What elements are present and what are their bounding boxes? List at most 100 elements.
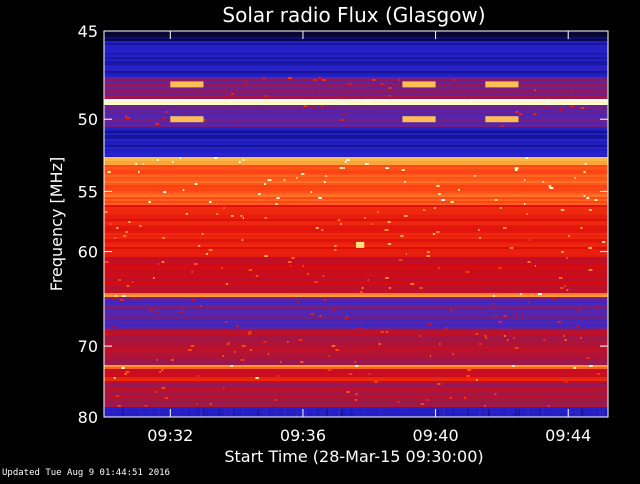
- spectrogram-speckle: [107, 171, 111, 173]
- spectrogram-speckle: [503, 315, 507, 317]
- spectrogram-noise-column: [485, 409, 487, 417]
- x-tick-label: 09:32: [147, 426, 193, 445]
- spectrogram-speckle: [385, 277, 389, 279]
- spectrogram-noise-column: [605, 409, 607, 417]
- spectrogram-speckle: [307, 273, 309, 275]
- spectrogram-speckle: [568, 235, 570, 237]
- spectrogram-speckle: [355, 365, 359, 367]
- spectrogram-speckle: [301, 173, 305, 175]
- spectrogram-speckle: [255, 377, 259, 379]
- spectrogram-row: [104, 401, 608, 403]
- spectrogram-speckle: [474, 175, 476, 177]
- spectrogram-speckle: [588, 269, 593, 271]
- spectrogram-row: [104, 383, 608, 385]
- spectrogram-speckle: [547, 101, 550, 103]
- spectrogram-speckle: [533, 113, 537, 115]
- spectrogram-speckle: [344, 161, 347, 163]
- spectrogram-row: [104, 197, 608, 199]
- spectrogram-noise-column: [455, 409, 457, 417]
- spectrogram-speckle: [493, 295, 495, 297]
- spectrogram-speckle: [221, 267, 223, 269]
- spectrogram-speckle: [564, 285, 566, 287]
- spectrogram-speckle: [225, 321, 227, 323]
- spectrogram-speckle: [155, 123, 159, 125]
- spectrogram-speckle: [476, 379, 478, 381]
- spectrogram-speckle: [255, 275, 259, 277]
- spectrogram-row: [104, 61, 608, 63]
- spectrogram-speckle: [571, 89, 573, 91]
- spectrogram-speckle: [514, 347, 519, 349]
- spectrogram-speckle: [596, 305, 599, 307]
- spectrogram-speckle: [110, 223, 112, 225]
- spectrogram-noise-column: [218, 409, 220, 417]
- spectrogram-row: [104, 333, 608, 335]
- spectrogram-speckle: [498, 267, 502, 269]
- spectrogram-noise-column: [479, 409, 481, 417]
- spectrogram-row: [104, 131, 608, 133]
- spectrogram-speckle: [346, 159, 350, 161]
- spectrogram-speckle: [527, 261, 531, 263]
- spectrogram-row: [104, 95, 608, 97]
- spectrogram-speckle: [125, 115, 127, 117]
- spectrogram-speckle: [138, 225, 142, 227]
- spectrogram-speckle: [348, 373, 353, 375]
- spectrogram-noise-column: [533, 409, 535, 417]
- spectrogram-noise-column: [542, 409, 544, 417]
- spectrogram-noise-column: [191, 409, 193, 417]
- spectrogram-speckle: [169, 99, 171, 101]
- spectrogram-noise-column: [350, 409, 352, 417]
- spectrogram-speckle: [364, 163, 369, 165]
- spectrogram-speckle: [334, 245, 337, 247]
- spectrogram-row: [104, 253, 608, 255]
- spectrogram-row: [104, 163, 608, 165]
- spectrogram-heatmap: [104, 31, 608, 417]
- spectrogram-noise-column: [377, 409, 379, 417]
- spectrogram-speckle: [124, 373, 127, 375]
- spectrogram-speckle: [264, 95, 268, 97]
- spectrogram-speckle: [445, 327, 449, 329]
- spectrogram-speckle: [196, 403, 198, 405]
- spectrogram-speckle: [548, 185, 552, 187]
- spectrogram-speckle: [583, 171, 586, 173]
- spectrogram-row: [104, 155, 608, 157]
- spectrogram-row: [104, 49, 608, 51]
- spectrogram-row: [104, 351, 608, 353]
- spectrogram-speckle: [495, 315, 497, 317]
- spectrogram-noise-column: [317, 409, 319, 417]
- spectrogram-speckle: [479, 237, 481, 239]
- x-tick-label: 09:36: [280, 426, 326, 445]
- spectrogram-speckle: [397, 401, 400, 403]
- spectrogram-row: [104, 221, 608, 223]
- spectrogram-speckle: [115, 395, 120, 397]
- spectrogram-speckle: [238, 161, 241, 163]
- spectrogram-row: [104, 369, 608, 371]
- spectrogram-speckle: [507, 339, 509, 341]
- spectrogram-speckle: [120, 299, 124, 301]
- spectrogram-noise-column: [332, 409, 334, 417]
- spectrogram-speckle: [132, 297, 137, 299]
- spectrogram-speckle: [559, 109, 563, 111]
- spectrogram-speckle: [564, 381, 568, 383]
- spectrogram-speckle: [172, 103, 176, 105]
- spectrogram-row: [104, 173, 608, 175]
- spectrogram-noise-column: [305, 409, 307, 417]
- spectrogram-speckle: [346, 317, 350, 319]
- spectrogram-speckle: [512, 365, 515, 367]
- spectrogram-speckle: [191, 345, 195, 347]
- spectrogram-speckle: [230, 215, 234, 217]
- spectrogram-speckle: [194, 263, 198, 265]
- spectrogram-speckle: [596, 373, 601, 375]
- burst-mark: [170, 116, 204, 123]
- spectrogram-row: [104, 237, 608, 239]
- spectrogram-speckle: [121, 367, 125, 369]
- spectrogram-noise-column: [362, 409, 364, 417]
- spectrogram-noise-column: [239, 409, 241, 417]
- spectrogram-speckle: [163, 191, 167, 193]
- spectrogram-speckle: [466, 375, 471, 377]
- spectrogram-row: [104, 35, 608, 37]
- spectrogram-row: [104, 325, 608, 327]
- spectrogram-speckle: [291, 257, 295, 259]
- spectrogram-noise-column: [176, 409, 178, 417]
- spectrogram-speckle: [439, 343, 441, 345]
- spectrogram-speckle: [240, 215, 243, 217]
